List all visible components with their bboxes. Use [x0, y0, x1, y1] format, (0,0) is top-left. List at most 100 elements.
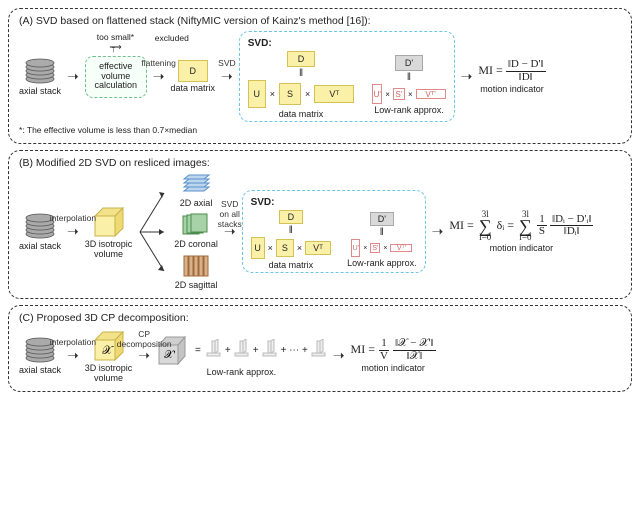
panel-c-flow: axial stack interpolation➝ 𝒳 3D isotropi…: [19, 328, 621, 383]
axial-stack-label: axial stack: [19, 86, 61, 96]
arrow-flatten: flattening➝: [153, 68, 165, 85]
split-arrows-icon: [138, 177, 168, 287]
plus-dots: + ⋯ +: [281, 345, 308, 356]
data-matrix-D: D data matrix: [171, 60, 216, 93]
Up-cell: U': [351, 239, 360, 257]
sum-bot: l=0: [479, 233, 491, 242]
svd-all-label: SVD on all stacks: [218, 199, 242, 229]
svd-lowrank: D' ‖ U' × S' × Vᵀ' Low-rank approx.: [347, 212, 417, 268]
times-icon: ×: [381, 245, 389, 252]
pre-num: 1: [379, 338, 389, 351]
data-matrix-caption: data matrix: [279, 109, 324, 119]
axial-stack-label: axial stack: [19, 365, 61, 375]
rank1-icon: [206, 339, 222, 361]
arrow-up-icon: ↑: [111, 44, 116, 55]
plus-icon: +: [253, 345, 259, 356]
eq-icon: =: [193, 345, 203, 356]
eq-icon: ‖: [378, 227, 386, 238]
effective-volume-group: too small* ⟶ excluded ↑ effective volume…: [85, 56, 147, 98]
Sp-cell: S': [393, 88, 405, 100]
mi-eq: MI = 1 V ‖𝒳 − 𝒳'‖ ‖𝒳‖: [351, 338, 436, 362]
delta: δᵢ =: [497, 218, 514, 232]
interp-label: interpolation: [50, 337, 96, 347]
interp-label: interpolation: [50, 213, 96, 223]
lowrank-cp: 𝒳' = + + + ⋯ + Low-rank approx.: [156, 334, 327, 377]
arrow-icon: ➝: [461, 68, 473, 85]
mi-den: ‖D‖: [517, 72, 535, 84]
arrow-cp: CP decomposition➝: [138, 347, 150, 364]
panel-b-flow: axial stack interpolation➝ 3D isotropic …: [19, 173, 621, 290]
times-icon: ×: [383, 90, 392, 99]
panel-a: (A) SVD based on flattened stack (NiftyM…: [8, 8, 632, 144]
mi-formula-a: MI = ‖D − D'‖ ‖D‖ motion indicator: [478, 59, 545, 94]
svg-text:𝒳': 𝒳': [164, 349, 175, 361]
Vt-cell: Vᵀ: [314, 85, 354, 103]
sum-icon: 3l ∑ l=0: [479, 210, 492, 242]
arrow-interp: interpolation➝: [67, 223, 79, 240]
blue-stack-icon: [181, 173, 211, 197]
mi-lhs: MI =: [351, 342, 375, 356]
mi-main-frac: ‖𝒳 − 𝒳'‖ ‖𝒳‖: [393, 338, 436, 362]
stack-sagittal: 2D sagittal: [175, 253, 218, 290]
cp-label: CP decomposition: [117, 329, 172, 349]
Sp-cell: S': [370, 243, 380, 253]
mi-lhs: MI =: [478, 63, 502, 77]
axial-stack-label: axial stack: [19, 241, 61, 251]
branch-label: too small*: [97, 32, 134, 42]
mi-caption: motion indicator: [490, 243, 554, 253]
arrow-icon: ➝: [333, 347, 345, 364]
usv-row: U × S × Vᵀ: [248, 80, 355, 108]
brown-stack-icon: [181, 253, 211, 279]
svd-box-b: SVD: D ‖ U × S × Vᵀ data matrix D': [242, 190, 426, 273]
Dp-top: D': [395, 55, 423, 71]
mi-pre-frac: 1 S: [537, 214, 547, 238]
sum-icon: 3l ∑ l=0: [519, 210, 532, 242]
svd-content-row: D ‖ U × S × Vᵀ data matrix D' ‖: [251, 210, 417, 270]
times-icon: ×: [266, 243, 275, 253]
times-icon: ×: [268, 89, 277, 99]
svd-lowrank: D' ‖ U' × S' × Vᵀ' Low-rank approx.: [372, 55, 445, 115]
stack-axial: 2D axial: [180, 173, 213, 208]
times-icon: ×: [295, 243, 304, 253]
data-matrix-caption: data matrix: [269, 260, 314, 270]
2d-sagittal-label: 2D sagittal: [175, 280, 218, 290]
usv-prime-row: U' × S' × Vᵀ': [372, 84, 445, 104]
Dp-top: D': [370, 212, 394, 226]
mi-num: ‖D − D'‖: [506, 59, 546, 72]
svd-title: SVD:: [248, 38, 446, 49]
data-matrix-label: data matrix: [171, 83, 216, 93]
resliced-stacks: 2D axial 2D coronal: [174, 173, 218, 290]
panel-a-flow: axial stack ➝ too small* ⟶ excluded ↑ ef…: [19, 31, 621, 122]
times-icon: ×: [406, 90, 415, 99]
D-top: D: [279, 210, 303, 224]
usv-prime-row: U' × S' × Vᵀ': [351, 239, 412, 257]
mi-lhs: MI =: [449, 218, 473, 232]
mi-den: ‖Dᵢ‖: [562, 226, 582, 238]
mi-frac: ‖D − D'‖ ‖D‖: [506, 59, 546, 83]
eq-icon: ‖: [297, 68, 305, 79]
U-cell: U: [251, 237, 265, 259]
eq-icon: ‖: [405, 72, 413, 83]
panel-c: (C) Proposed 3D CP decomposition: axial …: [8, 305, 632, 392]
effective-volume-box: effective volume calculation: [85, 56, 147, 98]
axial-stack: axial stack: [19, 57, 61, 96]
rank1-icon: [234, 339, 250, 361]
svd-label: SVD: [218, 58, 235, 68]
mi-eq: MI = 3l ∑ l=0 δᵢ = 3l ∑ l=0 1 S ‖Dᵢ − D: [449, 210, 593, 242]
mi-den: ‖𝒳‖: [405, 351, 425, 363]
arrow-icon: ➝: [432, 223, 444, 240]
panel-a-footnote: *: The effective volume is less than 0.7…: [19, 125, 621, 135]
green-stack-icon: [181, 212, 211, 238]
branch-target: excluded: [155, 33, 189, 43]
svd-decomp: D ‖ U × S × Vᵀ data matrix: [251, 210, 332, 270]
plus-icon: +: [225, 345, 231, 356]
U-cell: U: [248, 80, 266, 108]
lowrank-caption: Low-rank approx.: [207, 367, 277, 377]
arrow-svd: SVD➝: [221, 68, 233, 85]
times-icon: ×: [361, 245, 369, 252]
stack-coronal: 2D coronal: [174, 212, 218, 249]
arrow-icon: ➝: [67, 68, 79, 85]
iso-label: 3D isotropic volume: [85, 363, 133, 383]
mi-caption: motion indicator: [480, 84, 544, 94]
rank1-icon: [262, 339, 278, 361]
